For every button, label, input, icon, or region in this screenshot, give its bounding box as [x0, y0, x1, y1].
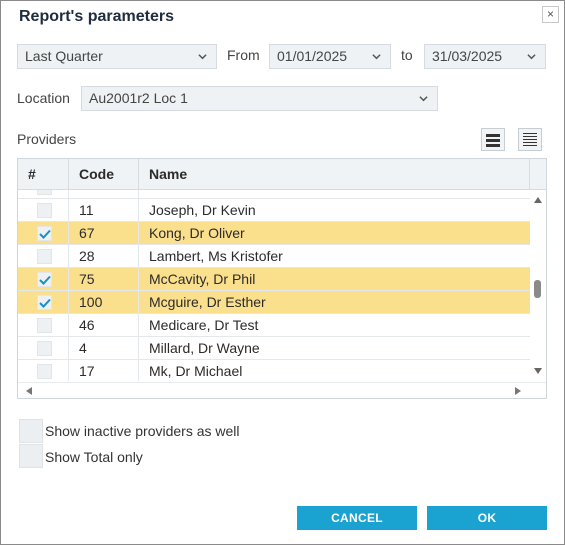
provider-row[interactable]: 46 Medicare, Dr Test: [18, 314, 530, 337]
provider-row[interactable]: 4 Millard, Dr Wayne: [18, 337, 530, 360]
provider-code: 46: [69, 314, 139, 337]
provider-name: Joseph, Dr Kevin: [149, 202, 256, 218]
checkmark-icon: [39, 298, 51, 308]
row-check-cell: [18, 314, 69, 337]
provider-checkbox[interactable]: [37, 190, 52, 195]
show-total-checkbox[interactable]: [19, 444, 43, 468]
scroll-up-icon[interactable]: [534, 197, 542, 203]
location-select[interactable]: Au2001r2 Loc 1: [81, 86, 438, 111]
provider-checkbox[interactable]: [37, 203, 52, 218]
ok-button[interactable]: OK: [427, 506, 547, 530]
row-check-cell: [18, 291, 69, 314]
provider-row[interactable]: 67 Kong, Dr Oliver: [18, 222, 530, 245]
location-label: Location: [17, 90, 70, 106]
horizontal-scrollbar[interactable]: [18, 382, 546, 398]
row-check-cell: [18, 190, 69, 199]
chevron-down-icon: [419, 96, 428, 102]
scroll-right-icon[interactable]: [515, 387, 521, 395]
period-preset-value: Last Quarter: [25, 48, 103, 64]
provider-row[interactable]: 75 McCavity, Dr Phil: [18, 268, 530, 291]
show-inactive-label: Show inactive providers as well: [45, 423, 240, 439]
from-date-picker[interactable]: 01/01/2025: [269, 44, 391, 69]
provider-checkbox[interactable]: [37, 364, 52, 379]
row-check-cell: [18, 222, 69, 245]
to-label: to: [401, 47, 413, 63]
chevron-down-icon: [198, 54, 207, 60]
provider-code: 100: [69, 291, 139, 314]
from-date-value: 01/01/2025: [277, 48, 348, 64]
period-preset-select[interactable]: Last Quarter: [17, 44, 217, 69]
provider-row[interactable]: 17 Mk, Dr Michael: [18, 360, 530, 381]
column-header-check[interactable]: #: [18, 159, 69, 190]
row-check-cell: [18, 199, 69, 222]
to-date-picker[interactable]: 31/03/2025: [424, 44, 546, 69]
chevron-down-icon: [527, 54, 536, 60]
provider-name: McCavity, Dr Phil: [149, 271, 256, 287]
provider-name: Millard, Dr Wayne: [149, 340, 260, 356]
from-label: From: [227, 47, 260, 63]
row-check-cell: [18, 337, 69, 360]
provider-name: [139, 190, 149, 199]
provider-code: 67: [69, 222, 139, 245]
scrollbar-thumb[interactable]: [534, 280, 541, 298]
vertical-scrollbar[interactable]: [530, 190, 546, 382]
row-check-cell: [18, 245, 69, 268]
scroll-down-icon[interactable]: [534, 368, 542, 374]
provider-name: Medicare, Dr Test: [149, 317, 259, 333]
provider-checkbox[interactable]: [37, 341, 52, 356]
provider-row[interactable]: 11 Joseph, Dr Kevin: [18, 199, 530, 222]
checkmark-icon: [39, 229, 51, 239]
provider-row[interactable]: 28 Lambert, Ms Kristofer: [18, 245, 530, 268]
row-check-cell: [18, 268, 69, 291]
cancel-button[interactable]: CANCEL: [297, 506, 417, 530]
providers-grid[interactable]: # Code Name 11 Joseph, Dr Kevin 67 Kong, Dr…: [17, 158, 547, 399]
report-parameters-dialog: Report's parameters × Last Quarter From …: [0, 0, 565, 545]
list-view-button[interactable]: [481, 128, 505, 151]
column-header-name[interactable]: Name: [139, 159, 530, 190]
grid-rows: 11 Joseph, Dr Kevin 67 Kong, Dr Oliver 28 Lam…: [18, 190, 530, 381]
provider-name: Kong, Dr Oliver: [149, 225, 245, 241]
scroll-left-icon[interactable]: [26, 387, 32, 395]
provider-code: 4: [69, 337, 139, 360]
provider-checkbox[interactable]: [37, 249, 52, 264]
provider-code: 28: [69, 245, 139, 268]
compact-list-view-button[interactable]: [518, 128, 542, 151]
provider-code: [69, 190, 139, 199]
close-button[interactable]: ×: [542, 6, 559, 23]
provider-checkbox[interactable]: [37, 226, 52, 241]
provider-code: 75: [69, 268, 139, 291]
provider-name: Mk, Dr Michael: [149, 363, 243, 379]
provider-checkbox[interactable]: [37, 272, 52, 287]
grid-header: # Code Name: [18, 159, 546, 190]
show-inactive-checkbox[interactable]: [19, 419, 43, 443]
show-total-label: Show Total only: [45, 449, 143, 465]
to-date-value: 31/03/2025: [432, 48, 503, 64]
chevron-down-icon: [372, 54, 381, 60]
dialog-title: Report's parameters: [19, 8, 174, 25]
provider-checkbox[interactable]: [37, 318, 52, 333]
provider-row[interactable]: 100 Mcguire, Dr Esther: [18, 291, 530, 314]
provider-code: 17: [69, 360, 139, 381]
provider-name: Lambert, Ms Kristofer: [149, 248, 283, 264]
provider-checkbox[interactable]: [37, 295, 52, 310]
column-header-code[interactable]: Code: [69, 159, 139, 190]
location-value: Au2001r2 Loc 1: [89, 90, 188, 106]
checkmark-icon: [39, 275, 51, 285]
provider-name: Mcguire, Dr Esther: [149, 294, 266, 310]
provider-code: 11: [69, 199, 139, 222]
provider-row[interactable]: [18, 190, 530, 199]
providers-label: Providers: [17, 131, 77, 147]
row-check-cell: [18, 360, 69, 381]
